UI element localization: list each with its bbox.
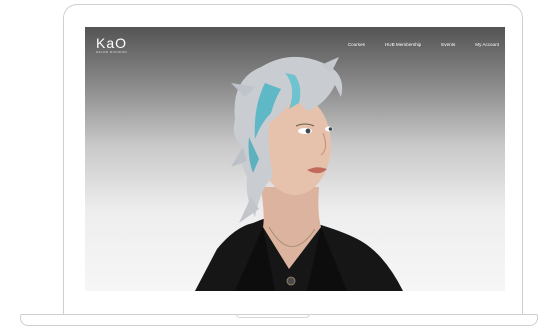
nav-links: Courses HUB Membership Events My Account [328, 42, 499, 47]
nav-link-events[interactable]: Events [441, 42, 455, 47]
laptop-screen: KaO SALON DIVISION Courses HUB Membershi… [85, 27, 505, 291]
nav-link-courses[interactable]: Courses [348, 42, 365, 47]
nav-link-hub-membership[interactable]: HUB Membership [385, 42, 421, 47]
nav-link-my-account[interactable]: My Account [475, 42, 499, 47]
hero-image [195, 56, 403, 291]
logo-tagline: SALON DIVISION [96, 50, 128, 54]
laptop-notch [236, 314, 310, 318]
kao-logo[interactable]: KaO SALON DIVISION [96, 35, 128, 54]
top-navigation: KaO SALON DIVISION Courses HUB Membershi… [85, 27, 505, 59]
logo-wordmark: KaO [96, 35, 128, 51]
